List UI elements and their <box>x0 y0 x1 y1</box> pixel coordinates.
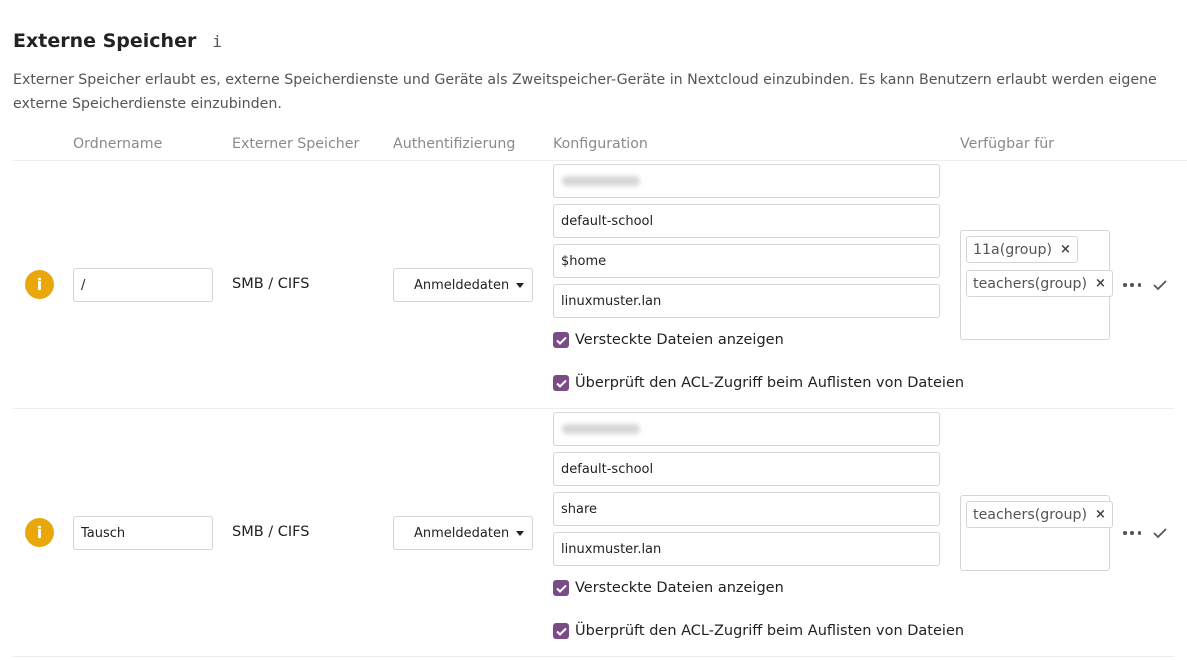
show-hidden-files-option[interactable]: Versteckte Dateien anzeigen <box>553 580 784 596</box>
mount-row: i SMB / CIFS Anmeldedaten i Versteckte D… <box>13 161 1174 409</box>
check-acl-option[interactable]: Überprüft den ACL-Zugriff beim Auflisten… <box>553 623 964 639</box>
show-hidden-files-label: Versteckte Dateien anzeigen <box>575 580 784 596</box>
column-header-folder-name: Ordnername <box>73 136 163 152</box>
close-icon[interactable]: × <box>1095 507 1106 522</box>
show-hidden-files-checkbox[interactable] <box>553 580 569 596</box>
external-storage-settings: Externe Speicher i Externer Speicher erl… <box>0 0 1187 660</box>
column-header-configuration: Konfiguration <box>553 136 648 152</box>
redacted-host-value <box>562 424 640 434</box>
check-acl-label: Überprüft den ACL-Zugriff beim Auflisten… <box>575 375 965 391</box>
folder-name-input[interactable] <box>73 516 213 550</box>
check-acl-option[interactable]: Überprüft den ACL-Zugriff beim Auflisten… <box>553 375 964 391</box>
authentication-select-value: Anmeldedaten i <box>414 277 508 293</box>
group-tag-label: teachers(group) <box>973 506 1088 523</box>
group-tag-label: 11a(group) <box>973 241 1053 258</box>
host-input[interactable] <box>553 164 940 198</box>
check-acl-label: Überprüft den ACL-Zugriff beim Auflisten… <box>575 623 965 639</box>
more-horizontal-icon[interactable] <box>1123 278 1141 292</box>
section-title-text: Externe Speicher <box>13 30 197 52</box>
column-header-available-for: Verfügbar für <box>960 136 1055 152</box>
check-acl-checkbox[interactable] <box>553 623 569 639</box>
backend-label: SMB / CIFS <box>232 524 310 540</box>
redacted-host-value <box>562 176 640 186</box>
authentication-select[interactable]: Anmeldedaten i <box>393 268 533 302</box>
mount-row: i SMB / CIFS Anmeldedaten i Versteckte D… <box>13 409 1174 657</box>
host-input[interactable] <box>553 412 940 446</box>
close-icon[interactable]: × <box>1060 242 1071 257</box>
group-tag: teachers(group) × <box>966 270 1113 297</box>
caret-down-icon <box>516 283 524 288</box>
remote-subfolder-input[interactable] <box>553 244 940 278</box>
share-input[interactable] <box>553 204 940 238</box>
column-header-external-storage: Externer Speicher <box>232 136 360 152</box>
available-for-groups-select[interactable]: teachers(group) × <box>960 495 1113 571</box>
authentication-select[interactable]: Anmeldedaten i <box>393 516 533 550</box>
checkmark-icon[interactable] <box>1152 526 1168 540</box>
available-for-groups-select[interactable]: 11a(group) × teachers(group) × <box>960 230 1113 340</box>
checkmark-icon[interactable] <box>1152 278 1168 292</box>
folder-name-input[interactable] <box>73 268 213 302</box>
share-input[interactable] <box>553 452 940 486</box>
group-tag-label: teachers(group) <box>973 275 1088 292</box>
caret-down-icon <box>516 531 524 536</box>
show-hidden-files-option[interactable]: Versteckte Dateien anzeigen <box>553 332 784 348</box>
row-divider <box>13 656 1174 657</box>
info-warning-icon[interactable]: i <box>25 270 54 299</box>
show-hidden-files-checkbox[interactable] <box>553 332 569 348</box>
domain-input[interactable] <box>553 532 940 566</box>
group-tag: teachers(group) × <box>966 501 1113 528</box>
help-info-icon[interactable]: i <box>212 32 222 51</box>
section-title: Externe Speicher i <box>13 30 222 52</box>
show-hidden-files-label: Versteckte Dateien anzeigen <box>575 332 784 348</box>
check-acl-checkbox[interactable] <box>553 375 569 391</box>
remote-subfolder-input[interactable] <box>553 492 940 526</box>
section-description: Externer Speicher erlaubt es, externe Sp… <box>13 72 1157 112</box>
authentication-select-value: Anmeldedaten i <box>414 525 508 541</box>
group-tag: 11a(group) × <box>966 236 1078 263</box>
backend-label: SMB / CIFS <box>232 276 310 292</box>
more-horizontal-icon[interactable] <box>1123 526 1141 540</box>
close-icon[interactable]: × <box>1095 276 1106 291</box>
domain-input[interactable] <box>553 284 940 318</box>
column-header-authentication: Authentifizierung <box>393 136 516 152</box>
info-warning-icon[interactable]: i <box>25 518 54 547</box>
